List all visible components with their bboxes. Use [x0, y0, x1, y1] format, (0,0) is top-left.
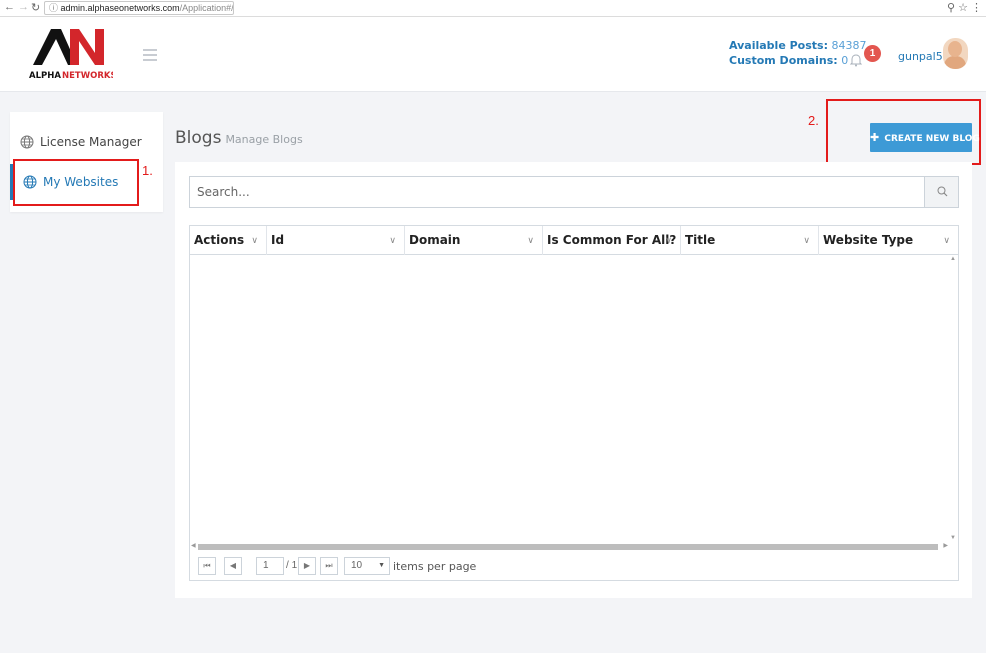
- prev-page-button[interactable]: ◀: [224, 557, 242, 575]
- scrollbar-thumb[interactable]: [198, 544, 938, 550]
- create-new-blog-button[interactable]: ✚ CREATE NEW BLOG: [870, 123, 980, 152]
- chevron-down-icon[interactable]: ∨: [251, 235, 258, 246]
- annotation-label-1: 1.: [142, 163, 153, 178]
- column-label: Id: [271, 233, 285, 247]
- url-path: /Application#/userBlogs: [179, 3, 234, 13]
- forward-icon[interactable]: →: [18, 1, 29, 13]
- scroll-down-icon[interactable]: ▼: [950, 535, 956, 541]
- vertical-scrollbar[interactable]: ▲ ▼: [948, 256, 958, 541]
- grid-header: Actions ∨ Id ∨ Domain ∨ Is Common For Al…: [190, 226, 958, 255]
- info-icon: ⓘ: [49, 3, 61, 13]
- alphanetworks-logo[interactable]: ALPHA NETWORKS: [27, 25, 117, 83]
- blogs-panel: Actions ∨ Id ∨ Domain ∨ Is Common For Al…: [175, 162, 972, 598]
- search-box: [189, 176, 959, 208]
- column-label: Actions: [194, 233, 245, 247]
- scroll-left-icon[interactable]: ◀: [191, 542, 196, 549]
- custom-domains-value: 0: [841, 54, 849, 67]
- scroll-up-icon[interactable]: ▲: [950, 256, 956, 262]
- username[interactable]: gunpal5: [898, 50, 943, 63]
- last-page-button[interactable]: ⏭: [320, 557, 338, 575]
- page-count: / 1: [286, 560, 298, 571]
- page-size-select[interactable]: 10 ▼: [344, 557, 390, 575]
- app-header: ALPHA NETWORKS Available Posts: 84387 Cu…: [0, 17, 986, 92]
- chevron-down-icon[interactable]: ∨: [803, 235, 810, 246]
- avatar[interactable]: [943, 38, 968, 69]
- first-page-button[interactable]: ⏮: [198, 557, 216, 575]
- column-header-actions[interactable]: Actions ∨: [190, 226, 267, 255]
- available-posts-label: Available Posts:: [729, 39, 828, 52]
- search-button[interactable]: [924, 177, 958, 207]
- url-host: admin.alphaseonetworks.com: [60, 3, 180, 13]
- page-size-value: 10: [351, 560, 363, 571]
- column-header-id[interactable]: Id ∨: [267, 226, 405, 255]
- page-number-input[interactable]: 1: [256, 557, 284, 575]
- page-title: Blogs Manage Blogs: [175, 128, 303, 148]
- address-bar[interactable]: ⓘ admin.alphaseonetworks.com/Application…: [44, 1, 234, 15]
- plus-icon: ✚: [870, 131, 880, 144]
- column-label: Is Common For All?: [547, 233, 677, 247]
- search-input[interactable]: [197, 177, 917, 207]
- posts-info: Available Posts: 84387 Custom Domains: 0: [729, 38, 866, 68]
- available-posts-value: 84387: [831, 39, 867, 52]
- reload-icon[interactable]: ↻: [31, 1, 40, 14]
- sidebar-item-license-manager[interactable]: License Manager: [10, 124, 163, 160]
- column-label: Domain: [409, 233, 461, 247]
- chevron-down-icon[interactable]: ∨: [527, 235, 534, 246]
- svg-text:ALPHA: ALPHA: [29, 71, 61, 81]
- svg-text:NETWORKS: NETWORKS: [62, 71, 113, 81]
- pager: ⏮ ◀ 1 / 1 ▶ ⏭ 10 ▼ items per page: [190, 552, 958, 580]
- grid-body: [190, 255, 958, 545]
- scroll-right-icon[interactable]: ▶: [943, 542, 948, 549]
- chevron-down-icon[interactable]: ∨: [389, 235, 396, 246]
- next-page-button[interactable]: ▶: [298, 557, 316, 575]
- menu-icon[interactable]: ⋮: [971, 2, 982, 14]
- custom-domains-label: Custom Domains:: [729, 54, 838, 67]
- page-subtitle: Manage Blogs: [225, 133, 303, 146]
- column-label: Website Type: [823, 233, 914, 247]
- star-icon[interactable]: ☆: [958, 2, 968, 14]
- blogs-grid: Actions ∨ Id ∨ Domain ∨ Is Common For Al…: [189, 225, 959, 581]
- create-button-label: CREATE NEW BLOG: [884, 134, 980, 144]
- total-pages: 1: [291, 560, 298, 571]
- browser-toolbar: ← → ↻ ⓘ admin.alphaseonetworks.com/Appli…: [0, 0, 986, 17]
- chevron-down-icon[interactable]: ∨: [665, 235, 672, 246]
- chevron-down-icon[interactable]: ∨: [943, 235, 950, 246]
- zoom-icon[interactable]: ⚲: [947, 2, 955, 14]
- column-header-website-type[interactable]: Website Type ∨: [819, 226, 958, 255]
- column-header-title[interactable]: Title ∨: [681, 226, 819, 255]
- annotation-label-2: 2.: [808, 113, 819, 128]
- column-header-domain[interactable]: Domain ∨: [405, 226, 543, 255]
- sidebar-item-label: License Manager: [40, 135, 142, 149]
- annotation-box-1: [13, 159, 139, 206]
- back-icon[interactable]: ←: [4, 1, 15, 13]
- column-label: Title: [685, 233, 716, 247]
- dropdown-arrow-icon: ▼: [378, 562, 385, 569]
- horizontal-scrollbar[interactable]: ◀ ▶: [190, 542, 958, 551]
- items-per-page-label: items per page: [393, 560, 477, 573]
- column-header-is-common[interactable]: Is Common For All? ∨: [543, 226, 681, 255]
- bell-icon[interactable]: [849, 53, 863, 67]
- globe-icon: [20, 135, 34, 149]
- search-icon: [937, 186, 948, 197]
- browser-actions: ⚲ ☆ ⋮: [947, 1, 982, 14]
- hamburger-menu-icon[interactable]: [143, 49, 157, 64]
- page-title-text: Blogs: [175, 128, 222, 148]
- notification-badge[interactable]: 1: [864, 45, 881, 62]
